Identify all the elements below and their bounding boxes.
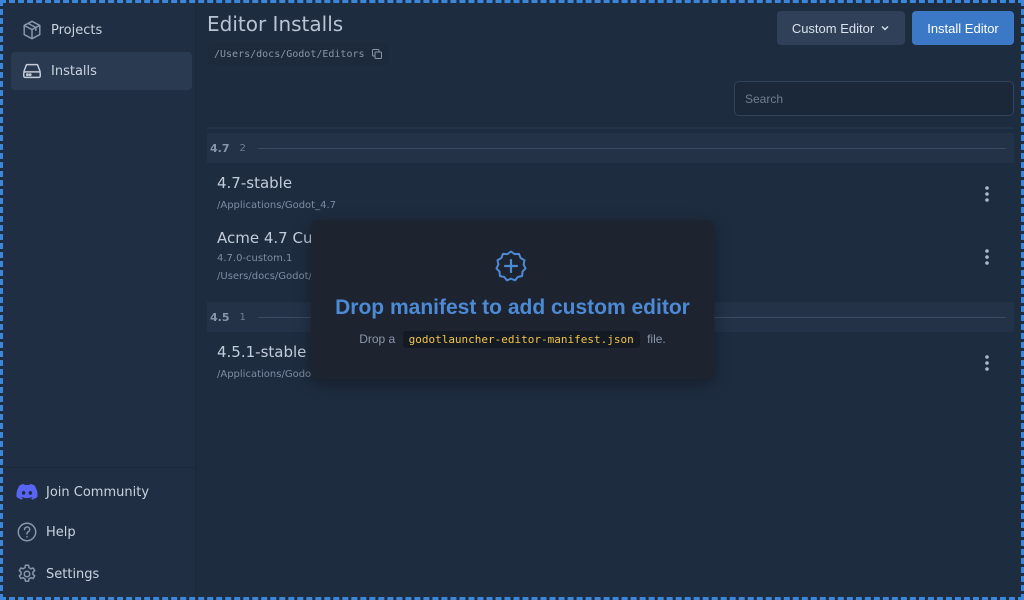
install-name: 4.7-stable xyxy=(217,174,293,192)
manifest-filename: godotlauncher-editor-manifest.json xyxy=(402,331,640,348)
custom-editor-button[interactable]: Custom Editor xyxy=(777,11,905,45)
group-version: 4.7 xyxy=(210,141,230,155)
more-options-icon[interactable] xyxy=(977,351,997,375)
settings-label: Settings xyxy=(46,566,100,582)
drive-icon xyxy=(20,59,44,83)
install-name: Acme 4.7 Cus xyxy=(217,229,321,247)
group-rule xyxy=(257,147,1006,149)
install-path: /Users/docs/Godot/ xyxy=(217,271,312,282)
more-options-icon[interactable] xyxy=(977,182,997,206)
search-input[interactable] xyxy=(734,81,1014,116)
install-version-tag: 4.7.0-custom.1 xyxy=(217,253,293,264)
overlay-desc-suffix: file. xyxy=(647,332,666,346)
discord-icon xyxy=(15,480,39,504)
custom-editor-label: Custom Editor xyxy=(791,20,875,36)
overlay-description: Drop a godotlauncher-editor-manifest.jso… xyxy=(311,331,714,348)
help-link[interactable]: Help xyxy=(15,517,76,547)
install-path: /Applications/Godot_4.7 xyxy=(217,200,336,211)
version-group-header: 4.7 2 xyxy=(207,133,1014,163)
join-community-link[interactable]: Join Community xyxy=(15,477,149,507)
more-options-icon[interactable] xyxy=(977,245,997,269)
overlay-title: Drop manifest to add custom editor xyxy=(335,296,690,319)
editors-path: /Users/docs/Godot/Editors xyxy=(208,43,389,65)
gear-icon xyxy=(15,562,39,586)
sidebar-divider xyxy=(3,467,196,468)
page-title: Editor Installs xyxy=(207,12,344,36)
sidebar-item-installs[interactable]: Installs xyxy=(11,52,192,90)
list-divider xyxy=(207,127,1014,129)
sidebar-item-projects[interactable]: Projects xyxy=(11,11,192,49)
install-name: 4.5.1-stable xyxy=(217,343,307,361)
group-count: 2 xyxy=(239,142,246,154)
sidebar: Projects Installs Join Community Help Se… xyxy=(3,3,196,597)
group-version: 4.5 xyxy=(210,310,230,324)
join-community-label: Join Community xyxy=(46,484,150,500)
group-count: 1 xyxy=(239,311,246,323)
install-path: /Applications/Godo xyxy=(217,369,312,380)
install-editor-button[interactable]: Install Editor xyxy=(912,11,1014,45)
cube-icon xyxy=(20,18,44,42)
question-circle-icon xyxy=(15,520,39,544)
help-label: Help xyxy=(46,524,76,540)
settings-link[interactable]: Settings xyxy=(15,559,99,589)
install-row[interactable]: 4.7-stable /Applications/Godot_4.7 xyxy=(207,168,1014,218)
sidebar-item-label: Installs xyxy=(51,63,97,79)
chevron-down-icon xyxy=(880,21,890,36)
sidebar-item-label: Projects xyxy=(51,22,103,38)
overlay-desc-prefix: Drop a xyxy=(359,332,396,346)
drop-manifest-overlay: Drop manifest to add custom editor Drop … xyxy=(311,220,714,379)
plus-badge-icon xyxy=(495,250,527,282)
copy-icon[interactable] xyxy=(371,48,383,60)
editors-path-text: /Users/docs/Godot/Editors xyxy=(214,48,365,60)
